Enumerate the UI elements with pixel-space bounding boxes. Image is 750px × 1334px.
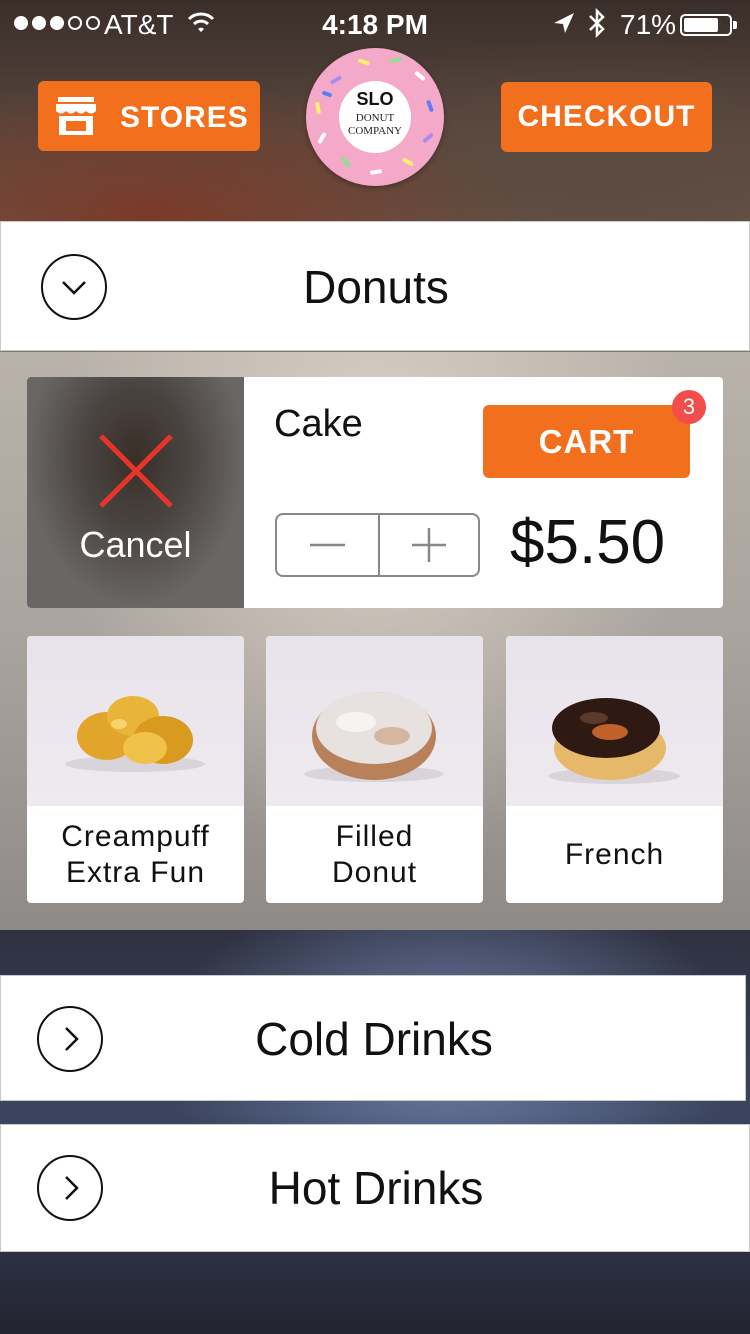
category-cold-drinks-label: Cold Drinks: [255, 1013, 493, 1065]
status-bar: AT&T 4:18 PM 71%: [0, 0, 750, 48]
decrement-button[interactable]: [277, 515, 378, 575]
location-arrow-icon: [552, 9, 576, 44]
product-tile-creampuff[interactable]: Creampuff Extra Fun: [27, 636, 244, 903]
product-tile-filled-donut[interactable]: Filled Donut: [266, 636, 483, 903]
battery-percent: 71%: [620, 9, 677, 40]
logo-text-slo: SLO: [356, 89, 394, 109]
increment-button[interactable]: [380, 515, 478, 575]
selected-item-card: Cancel Cake CART 3 $5.50: [27, 377, 723, 608]
checkout-button[interactable]: CHECKOUT: [501, 82, 712, 152]
stores-label: STORES: [120, 101, 249, 134]
logo-text-company: COMPANY: [347, 125, 402, 137]
product-photo: [266, 636, 483, 806]
battery-icon: [680, 14, 737, 36]
stores-button[interactable]: STORES: [38, 81, 260, 151]
product-photo: [27, 636, 244, 806]
product-name: French: [564, 837, 665, 871]
category-hot-drinks-label: Hot Drinks: [268, 1162, 484, 1214]
category-donuts-label: Donuts: [303, 261, 449, 313]
product-photo: [506, 636, 723, 806]
item-name: Cake: [274, 403, 363, 445]
category-hot-drinks[interactable]: Hot Drinks: [0, 1124, 750, 1252]
category-cold-drinks[interactable]: Cold Drinks: [0, 975, 746, 1101]
product-name: Creampuff Extra Fun: [61, 819, 210, 889]
cart-button[interactable]: CART: [483, 405, 690, 478]
item-price: $5.50: [510, 508, 666, 577]
bluetooth-icon: [586, 7, 608, 48]
quantity-stepper: [275, 513, 480, 577]
chevron-down-icon[interactable]: [41, 254, 107, 320]
cart-count-badge: 3: [672, 390, 706, 424]
cancel-button[interactable]: Cancel: [27, 377, 244, 608]
product-tile-french[interactable]: French: [506, 636, 723, 903]
storefront-icon: [54, 95, 98, 137]
logo-text-donut: DONUT: [355, 112, 395, 124]
product-name: Filled Donut: [331, 819, 418, 889]
cancel-label: Cancel: [79, 524, 192, 565]
slo-donut-logo: SLO DONUT COMPANY: [306, 48, 444, 186]
close-icon: [97, 432, 175, 515]
category-donuts[interactable]: Donuts: [0, 221, 750, 351]
